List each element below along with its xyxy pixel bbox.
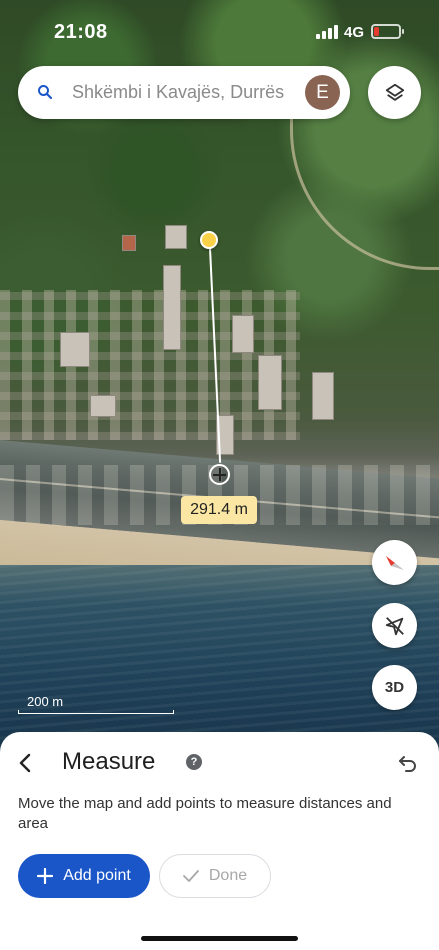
location-off-icon bbox=[385, 616, 404, 635]
layers-button[interactable] bbox=[368, 66, 421, 119]
battery-icon bbox=[371, 24, 404, 39]
measure-start-point[interactable] bbox=[200, 231, 218, 249]
building bbox=[232, 315, 254, 353]
plus-icon bbox=[37, 868, 54, 884]
map-scale-label: 200 m bbox=[27, 694, 64, 709]
measure-sheet: Measure ? Move the map and add points to… bbox=[0, 732, 439, 950]
map-scale-bar bbox=[18, 710, 174, 714]
building bbox=[60, 332, 90, 367]
distance-label: 291.4 m bbox=[181, 496, 257, 524]
crosshair-target bbox=[209, 464, 230, 485]
avatar[interactable]: E bbox=[305, 75, 340, 110]
compass-icon bbox=[385, 555, 404, 570]
help-icon[interactable]: ? bbox=[186, 754, 202, 770]
building bbox=[258, 355, 282, 410]
layers-icon bbox=[385, 83, 404, 101]
compass-button[interactable] bbox=[372, 540, 417, 585]
done-label: Done bbox=[208, 867, 248, 884]
add-point-button[interactable]: Add point bbox=[18, 854, 150, 898]
add-point-label: Add point bbox=[63, 867, 131, 884]
building bbox=[122, 235, 136, 251]
sea bbox=[0, 565, 439, 760]
signal-icon bbox=[316, 25, 338, 39]
network-type: 4G bbox=[344, 24, 365, 41]
building bbox=[163, 265, 181, 350]
building bbox=[90, 395, 116, 417]
undo-icon[interactable] bbox=[396, 751, 420, 775]
back-arrow-icon[interactable] bbox=[14, 751, 38, 775]
home-indicator bbox=[141, 936, 298, 941]
search-bar[interactable]: Shkëmbi i Kavajës, Durrës E bbox=[18, 66, 350, 119]
done-button[interactable]: Done bbox=[159, 854, 271, 898]
3d-toggle-button[interactable]: 3D bbox=[372, 665, 417, 710]
search-input[interactable]: Shkëmbi i Kavajës, Durrës bbox=[72, 82, 284, 103]
location-button[interactable] bbox=[372, 603, 417, 648]
sheet-title: Measure bbox=[62, 748, 156, 775]
checkmark-icon bbox=[182, 870, 199, 882]
town-area bbox=[0, 290, 300, 440]
sheet-description: Move the map and add points to measure d… bbox=[18, 795, 392, 832]
building bbox=[165, 225, 187, 249]
status-time: 21:08 bbox=[54, 21, 108, 43]
building bbox=[312, 372, 334, 420]
search-icon bbox=[38, 85, 53, 100]
